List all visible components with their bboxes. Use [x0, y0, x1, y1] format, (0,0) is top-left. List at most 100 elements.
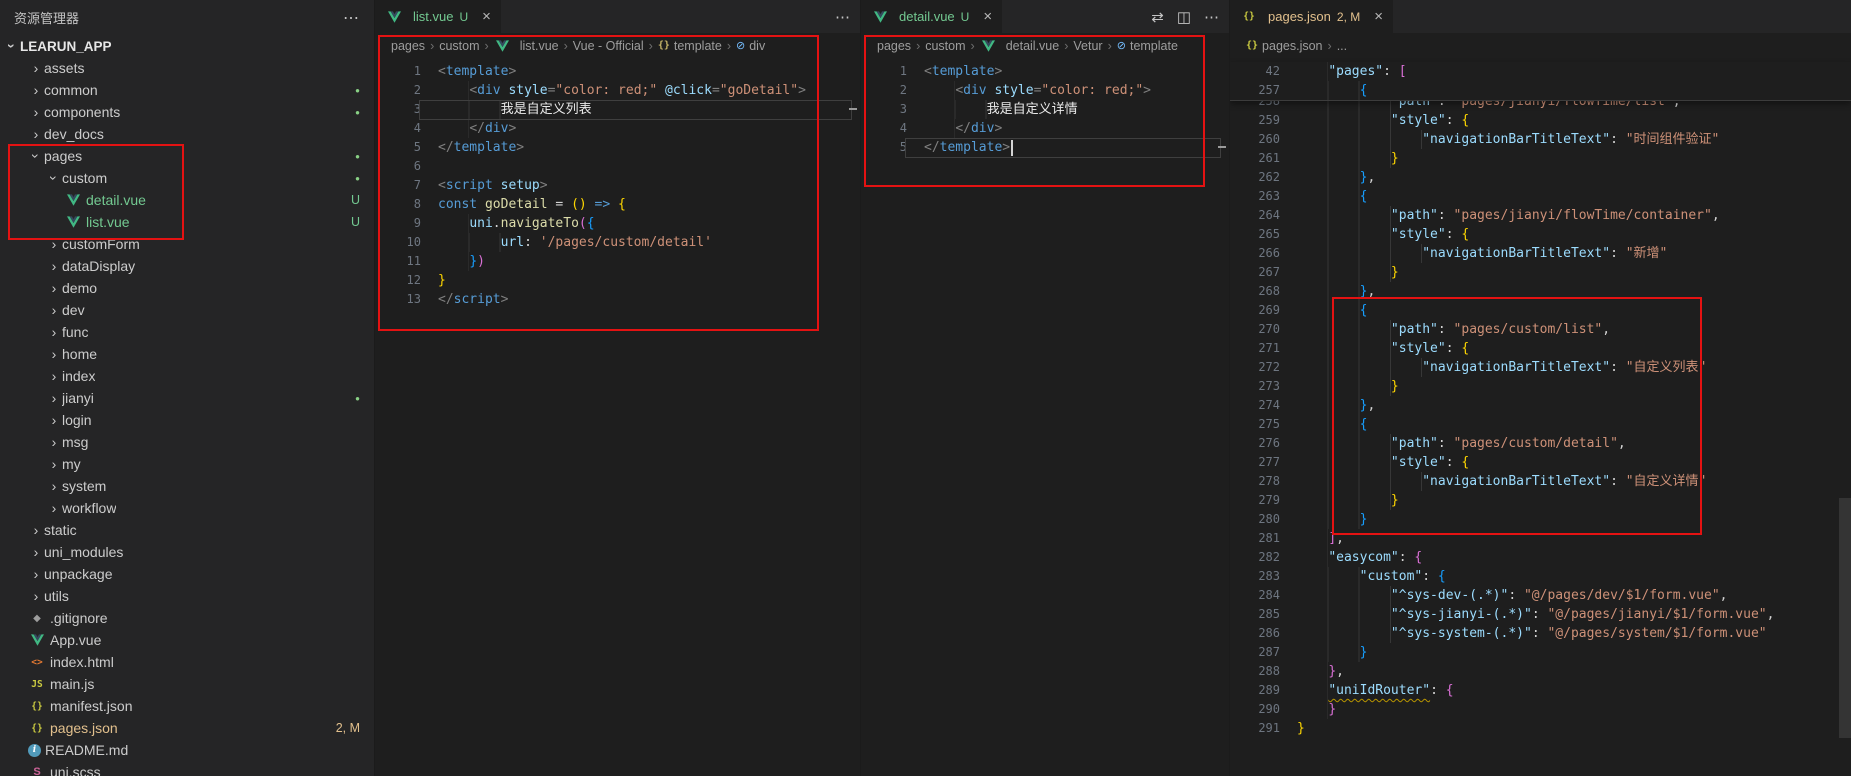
code-line[interactable]: 275 {: [1230, 415, 1851, 434]
tree-folder-assets[interactable]: ›assets: [0, 57, 374, 79]
breadcrumb-item[interactable]: Vue - Official: [573, 39, 644, 53]
tree-file-App.vue[interactable]: App.vue: [0, 629, 374, 651]
code-line[interactable]: 13</script>: [375, 290, 860, 309]
chevron-right-icon[interactable]: ›: [28, 522, 44, 538]
tree-folder-func[interactable]: ›func: [0, 321, 374, 343]
chevron-right-icon[interactable]: ›: [46, 390, 62, 406]
code-line[interactable]: 282 "easycom": {: [1230, 548, 1851, 567]
tree-folder-components[interactable]: ›components●: [0, 101, 374, 123]
tree-folder-jianyi[interactable]: ›jianyi●: [0, 387, 374, 409]
code-line[interactable]: 12}: [375, 271, 860, 290]
code-line[interactable]: 2 <div style="color: red;">: [861, 81, 1229, 100]
tree-folder-index[interactable]: ›index: [0, 365, 374, 387]
chevron-right-icon[interactable]: ›: [46, 434, 62, 450]
tree-folder-dev[interactable]: ›dev: [0, 299, 374, 321]
code-line[interactable]: 287 }: [1230, 643, 1851, 662]
chevron-right-icon[interactable]: ›: [46, 302, 62, 318]
code-line[interactable]: 11 }): [375, 252, 860, 271]
chevron-right-icon[interactable]: ›: [28, 104, 44, 120]
tree-folder-common[interactable]: ›common●: [0, 79, 374, 101]
code-line[interactable]: 4 </div>: [861, 119, 1229, 138]
code-editor[interactable]: 42 "pages": [257 { 258 "path": "pages/ji…: [1230, 58, 1851, 776]
tree-folder-my[interactable]: ›my: [0, 453, 374, 475]
breadcrumb-item[interactable]: custom: [439, 39, 479, 53]
tree-file-uni.scss[interactable]: Suni.scss: [0, 761, 374, 776]
breadcrumb-item[interactable]: detail.vue: [980, 39, 1060, 53]
breadcrumb-item[interactable]: list.vue: [494, 39, 559, 53]
code-line[interactable]: 1<template>: [861, 62, 1229, 81]
chevron-right-icon[interactable]: ›: [28, 60, 44, 76]
tree-file-README.md[interactable]: iREADME.md: [0, 739, 374, 761]
code-line[interactable]: 268 },: [1230, 282, 1851, 301]
code-line[interactable]: 261 }: [1230, 149, 1851, 168]
code-line[interactable]: 2 <div style="color: red;" @click="goDet…: [375, 81, 860, 100]
chevron-down-icon[interactable]: ›: [46, 170, 62, 186]
code-line[interactable]: 288 },: [1230, 662, 1851, 681]
close-icon[interactable]: ×: [983, 8, 992, 25]
code-line[interactable]: 9 uni.navigateTo({: [375, 214, 860, 233]
tab-pages-json[interactable]: {}pages.json2, M×: [1230, 0, 1393, 33]
code-line[interactable]: 290 }: [1230, 700, 1851, 719]
open-changes-icon[interactable]: ⇄: [1151, 8, 1164, 26]
breadcrumb-item[interactable]: custom: [925, 39, 965, 53]
code-line[interactable]: 10 url: '/pages/custom/detail': [375, 233, 860, 252]
tree-folder-utils[interactable]: ›utils: [0, 585, 374, 607]
code-line[interactable]: 258 "path": "pages/jianyi/flowTime/list"…: [1230, 101, 1851, 111]
tree-file-pages.json[interactable]: {}pages.json2, M: [0, 717, 374, 739]
code-line[interactable]: 5</template>: [861, 138, 1229, 157]
breadcrumb-item[interactable]: pages: [391, 39, 425, 53]
tree-folder-customForm[interactable]: ›customForm: [0, 233, 374, 255]
chevron-right-icon[interactable]: ›: [46, 500, 62, 516]
code-line[interactable]: 274 },: [1230, 396, 1851, 415]
chevron-right-icon[interactable]: ›: [28, 566, 44, 582]
more-actions-icon[interactable]: ⋯: [343, 8, 360, 28]
code-line[interactable]: 3 我是自定义详情: [861, 100, 1229, 119]
code-line[interactable]: 277 "style": {: [1230, 453, 1851, 472]
chevron-right-icon[interactable]: ›: [46, 412, 62, 428]
code-line[interactable]: 291}: [1230, 719, 1851, 738]
tree-folder-dev_docs[interactable]: ›dev_docs: [0, 123, 374, 145]
code-line[interactable]: 4 </div>: [375, 119, 860, 138]
tree-file-manifest.json[interactable]: {}manifest.json: [0, 695, 374, 717]
code-line[interactable]: 262 },: [1230, 168, 1851, 187]
tab-list-vue[interactable]: list.vueU×: [375, 0, 501, 33]
close-icon[interactable]: ×: [482, 8, 491, 25]
breadcrumb-item[interactable]: {}pages.json: [1246, 39, 1323, 53]
code-line[interactable]: 5</template>: [375, 138, 860, 157]
code-line[interactable]: 267 }: [1230, 263, 1851, 282]
code-editor[interactable]: 1<template>2 <div style="color: red;" @c…: [375, 58, 860, 776]
more-actions-icon[interactable]: ⋯: [835, 8, 850, 26]
tree-file-detail.vue[interactable]: detail.vueU: [0, 189, 374, 211]
tree-file-main.js[interactable]: JSmain.js: [0, 673, 374, 695]
chevron-right-icon[interactable]: ›: [28, 588, 44, 604]
close-icon[interactable]: ×: [1374, 8, 1383, 25]
chevron-right-icon[interactable]: ›: [28, 126, 44, 142]
tree-file-.gitignore[interactable]: ◆.gitignore: [0, 607, 374, 629]
breadcrumb-item[interactable]: pages: [877, 39, 911, 53]
code-line[interactable]: 286 "^sys-system-(.*)": "@/pages/system/…: [1230, 624, 1851, 643]
tree-folder-home[interactable]: ›home: [0, 343, 374, 365]
code-line[interactable]: 273 }: [1230, 377, 1851, 396]
code-line[interactable]: 260 "navigationBarTitleText": "时间组件验证": [1230, 130, 1851, 149]
breadcrumb-item[interactable]: {}template: [658, 39, 722, 53]
tree-folder-workflow[interactable]: ›workflow: [0, 497, 374, 519]
code-line[interactable]: 283 "custom": {: [1230, 567, 1851, 586]
split-editor-icon[interactable]: ◫: [1177, 8, 1191, 26]
code-line[interactable]: 1<template>: [375, 62, 860, 81]
chevron-down-icon[interactable]: ›: [28, 148, 44, 164]
workspace-root-item[interactable]: › LEARUN_APP: [0, 35, 374, 57]
code-line[interactable]: 270 "path": "pages/custom/list",: [1230, 320, 1851, 339]
chevron-right-icon[interactable]: ›: [46, 258, 62, 274]
vertical-scrollbar[interactable]: [1839, 498, 1851, 738]
tree-file-list.vue[interactable]: list.vueU: [0, 211, 374, 233]
code-line[interactable]: 8const goDetail = () => {: [375, 195, 860, 214]
code-line[interactable]: 264 "path": "pages/jianyi/flowTime/conta…: [1230, 206, 1851, 225]
chevron-right-icon[interactable]: ›: [46, 478, 62, 494]
code-line[interactable]: 279 }: [1230, 491, 1851, 510]
code-line[interactable]: 272 "navigationBarTitleText": "自定义列表": [1230, 358, 1851, 377]
code-line[interactable]: 257 {: [1230, 81, 1851, 100]
chevron-right-icon[interactable]: ›: [46, 280, 62, 296]
tree-folder-login[interactable]: ›login: [0, 409, 374, 431]
code-line[interactable]: 280 }: [1230, 510, 1851, 529]
tree-folder-msg[interactable]: ›msg: [0, 431, 374, 453]
